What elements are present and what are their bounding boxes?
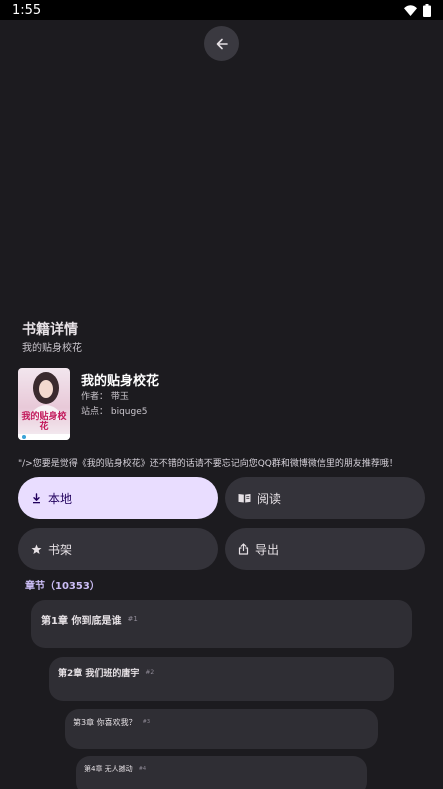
local-button[interactable]: 本地 xyxy=(18,477,218,519)
book-cover[interactable]: 我的贴身校花 xyxy=(18,368,70,440)
wifi-icon xyxy=(404,4,417,16)
read-button-label: 阅读 xyxy=(257,491,282,506)
chapter-item[interactable]: 第3章 你喜欢我？ #3 xyxy=(65,709,378,749)
read-button[interactable]: 阅读 xyxy=(225,477,425,519)
back-button[interactable] xyxy=(204,26,239,61)
chapter-title: 第4章 无人撼动 xyxy=(84,765,133,773)
book-author: 作者： 带玉 xyxy=(81,392,129,402)
export-button-label: 导出 xyxy=(255,542,280,557)
battery-icon xyxy=(423,3,431,17)
chapters-label: 章节（10353） xyxy=(25,581,100,592)
chapter-item[interactable]: 第1章 你到底是谁 #1 xyxy=(31,600,412,648)
export-button[interactable]: 导出 xyxy=(225,528,425,570)
chapter-item[interactable]: 第2章 我们班的唐宇 #2 xyxy=(49,657,394,701)
star-icon xyxy=(31,544,42,554)
chapter-number: #4 xyxy=(138,766,147,772)
book-open-icon xyxy=(238,494,251,503)
arrow-left-icon xyxy=(216,38,228,49)
book-description: "/>您要是觉得《我的贴身校花》还不错的话请不要忘记向您QQ群和微博微信里的朋友… xyxy=(18,459,398,469)
chapter-title: 第2章 我们班的唐宇 xyxy=(58,668,140,679)
local-button-label: 本地 xyxy=(48,491,73,506)
chapter-title: 第3章 你喜欢我？ xyxy=(73,717,137,727)
download-icon xyxy=(33,492,40,503)
bookshelf-button-label: 书架 xyxy=(48,542,73,557)
status-time: 1:55 xyxy=(12,2,42,18)
status-icons xyxy=(404,3,431,17)
page-title: 书籍详情 xyxy=(22,322,78,338)
cover-title-text: 我的贴身校花 xyxy=(21,412,67,432)
share-icon xyxy=(238,543,249,555)
book-site: 站点： biquge5 xyxy=(81,407,148,417)
status-bar: 1:55 xyxy=(0,0,443,20)
page-subtitle: 我的贴身校花 xyxy=(22,343,82,354)
chapter-number: #3 xyxy=(142,719,151,725)
bookshelf-button[interactable]: 书架 xyxy=(18,528,218,570)
chapter-number: #2 xyxy=(145,668,155,676)
chapter-item[interactable]: 第4章 无人撼动 #4 xyxy=(76,756,367,789)
chapter-title: 第1章 你到底是谁 xyxy=(41,615,122,627)
chapter-number: #1 xyxy=(127,615,138,623)
book-title: 我的贴身校花 xyxy=(81,374,160,389)
